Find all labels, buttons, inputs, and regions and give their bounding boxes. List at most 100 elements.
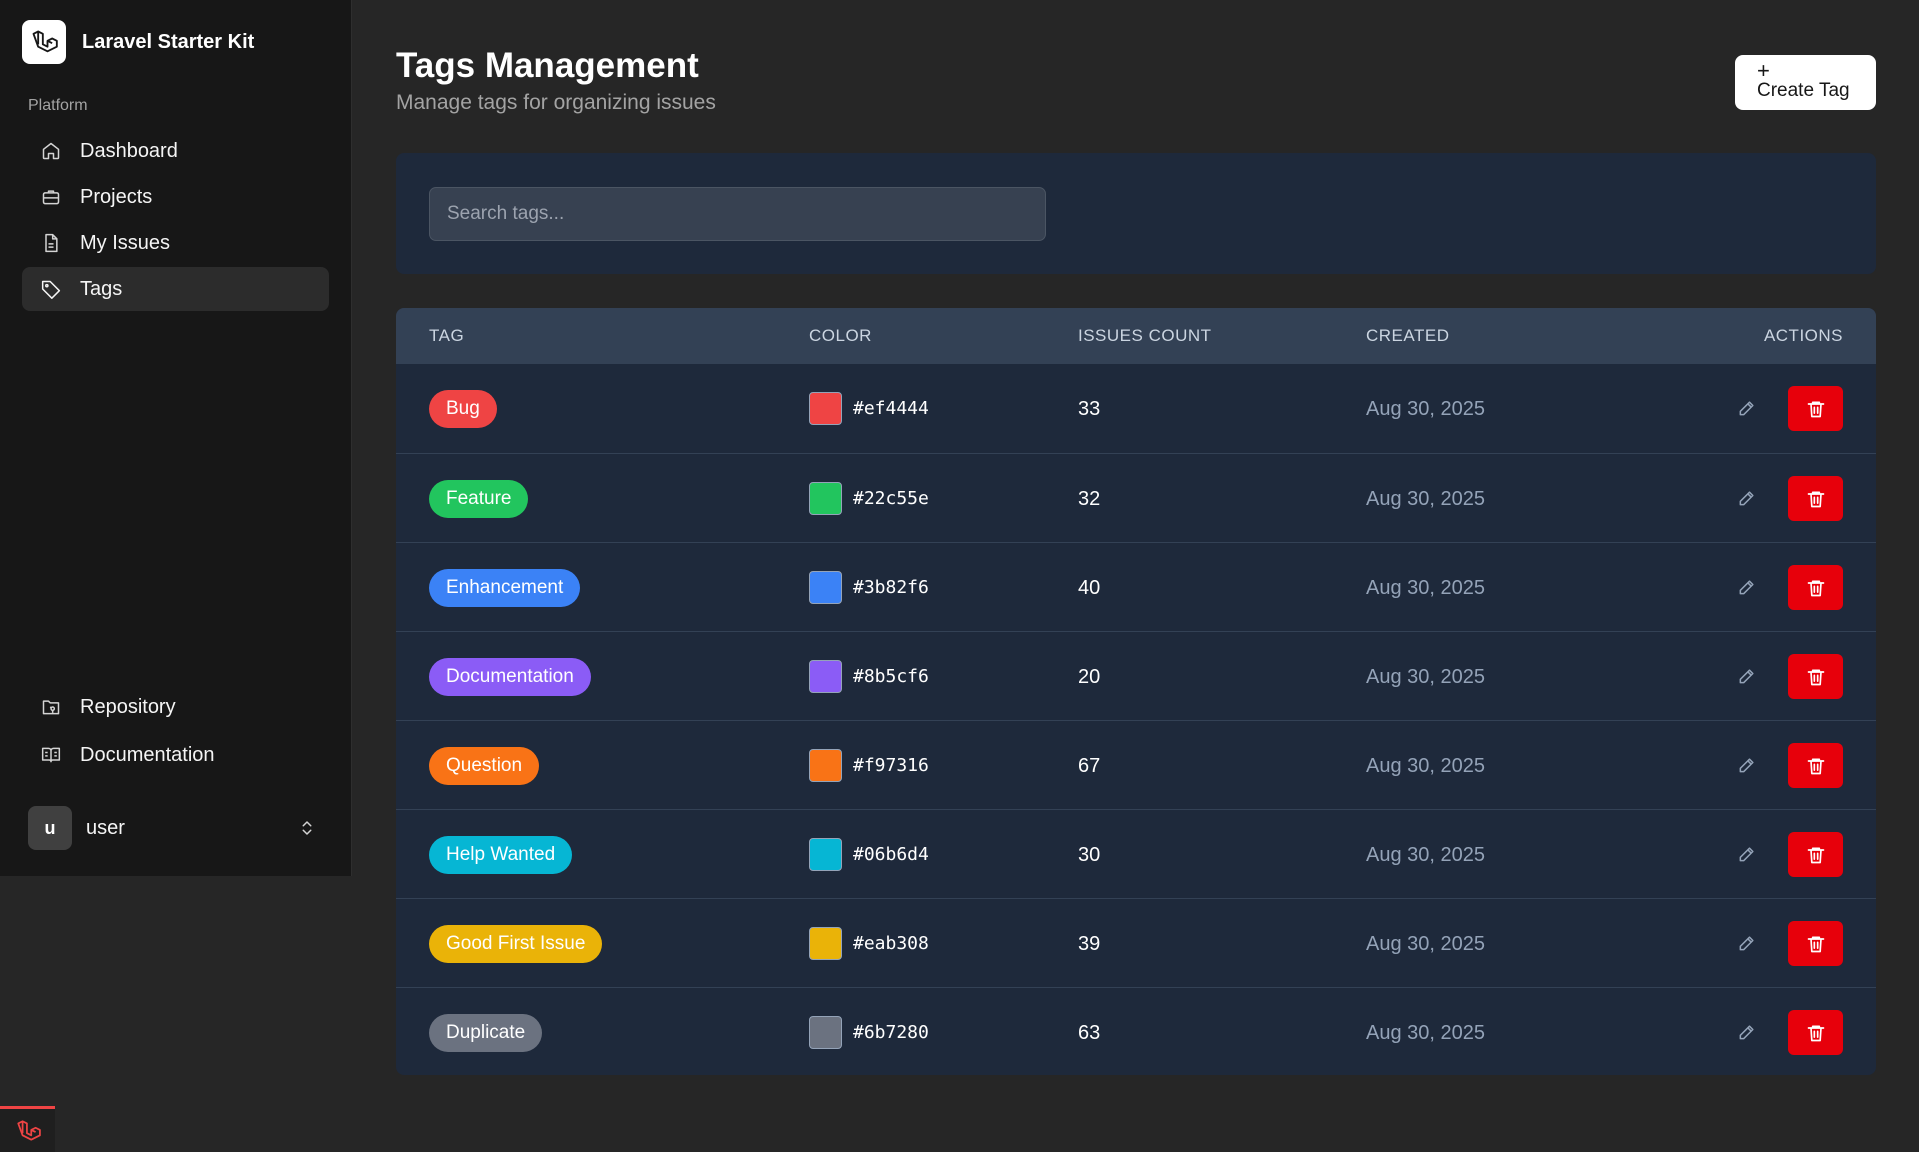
- edit-button[interactable]: [1735, 1020, 1759, 1044]
- color-swatch: [809, 392, 842, 425]
- trash-icon: [1806, 667, 1826, 687]
- trash-icon: [1806, 1023, 1826, 1043]
- plus-icon: +: [1757, 57, 1770, 83]
- sidebar-group-label: Platform: [28, 97, 88, 114]
- color-swatch: [809, 571, 842, 604]
- edit-button[interactable]: [1735, 575, 1759, 599]
- issues-count: 63: [1078, 1022, 1101, 1044]
- search-card: [396, 153, 1876, 274]
- table-row: Bug #ef4444 33 Aug 30, 2025: [396, 364, 1876, 453]
- column-header-issues-count: ISSUES COUNT: [1078, 326, 1212, 345]
- sidebar-item-label: Tags: [80, 277, 123, 300]
- color-swatch: [809, 482, 842, 515]
- color-swatch: [809, 660, 842, 693]
- edit-button[interactable]: [1735, 486, 1759, 510]
- create-tag-button[interactable]: + Create Tag: [1735, 55, 1876, 110]
- user-menu[interactable]: u user: [28, 806, 318, 850]
- tag-pill[interactable]: Feature: [429, 480, 529, 518]
- book-open-icon: [40, 744, 62, 766]
- edit-button[interactable]: [1735, 931, 1759, 955]
- column-header-tag: TAG: [429, 326, 465, 345]
- pencil-icon: [1737, 577, 1757, 597]
- trash-icon: [1806, 845, 1826, 865]
- color-hex: #8b5cf6: [853, 666, 929, 687]
- sidebar-item-dashboard[interactable]: Dashboard: [22, 129, 329, 173]
- sidebar-item-documentation[interactable]: Documentation: [22, 732, 329, 778]
- tag-pill[interactable]: Documentation: [429, 658, 591, 696]
- delete-button[interactable]: [1788, 921, 1843, 966]
- edit-button[interactable]: [1735, 664, 1759, 688]
- sidebar-item-label: My Issues: [80, 231, 171, 254]
- tags-table: TAG COLOR ISSUES COUNT CREATED ACTIONS B…: [396, 308, 1876, 1075]
- table-row: Documentation #8b5cf6 20 Aug 30, 2025: [396, 631, 1876, 720]
- sidebar-item-label: Repository: [80, 695, 176, 718]
- briefcase-icon: [40, 186, 62, 208]
- issues-count: 20: [1078, 666, 1101, 688]
- issues-count: 40: [1078, 577, 1101, 599]
- pencil-icon: [1737, 1022, 1757, 1042]
- app-name: Laravel Starter Kit: [82, 30, 255, 53]
- sidebar-item-label: Dashboard: [80, 139, 178, 162]
- trash-icon: [1806, 578, 1826, 598]
- page-subtitle: Manage tags for organizing issues: [396, 91, 716, 114]
- tag-pill[interactable]: Good First Issue: [429, 925, 603, 963]
- color-hex: #ef4444: [853, 398, 929, 419]
- pencil-icon: [1737, 398, 1757, 418]
- brand[interactable]: Laravel Starter Kit: [22, 20, 254, 64]
- sidebar-item-label: Projects: [80, 185, 153, 208]
- color-swatch: [809, 927, 842, 960]
- edit-button[interactable]: [1735, 396, 1759, 420]
- sidebar: Laravel Starter Kit Platform Dashboard P…: [0, 0, 352, 876]
- issues-count: 33: [1078, 398, 1101, 420]
- color-swatch: [809, 1016, 842, 1049]
- delete-button[interactable]: [1788, 832, 1843, 877]
- created-date: Aug 30, 2025: [1366, 933, 1485, 955]
- folder-git-icon: [40, 696, 62, 718]
- created-date: Aug 30, 2025: [1366, 488, 1485, 510]
- delete-button[interactable]: [1788, 743, 1843, 788]
- chevrons-up-down-icon: [296, 817, 318, 839]
- page-title: Tags Management: [396, 46, 699, 85]
- column-header-actions: ACTIONS: [1763, 326, 1843, 345]
- sidebar-item-tags[interactable]: Tags: [22, 267, 329, 311]
- delete-button[interactable]: [1788, 654, 1843, 699]
- sidebar-nav: Dashboard Projects My Issues Tags: [22, 129, 329, 313]
- home-icon: [40, 140, 62, 162]
- tag-pill[interactable]: Enhancement: [429, 569, 581, 607]
- tag-pill[interactable]: Duplicate: [429, 1014, 543, 1052]
- created-date: Aug 30, 2025: [1366, 1022, 1485, 1044]
- created-date: Aug 30, 2025: [1366, 844, 1485, 866]
- issues-count: 39: [1078, 933, 1101, 955]
- table-row: Good First Issue #eab308 39 Aug 30, 2025: [396, 898, 1876, 987]
- delete-button[interactable]: [1788, 1010, 1843, 1055]
- pencil-icon: [1737, 488, 1757, 508]
- delete-button[interactable]: [1788, 386, 1843, 431]
- column-header-created: CREATED: [1366, 326, 1450, 345]
- sidebar-item-repository[interactable]: Repository: [22, 684, 329, 730]
- tag-icon: [40, 278, 62, 300]
- delete-button[interactable]: [1788, 476, 1843, 521]
- laravel-logo-icon: [22, 20, 66, 64]
- pencil-icon: [1737, 755, 1757, 775]
- issues-count: 32: [1078, 488, 1101, 510]
- sidebar-item-my-issues[interactable]: My Issues: [22, 221, 329, 265]
- column-header-color: COLOR: [809, 326, 872, 345]
- sidebar-footer-nav: Repository Documentation: [22, 684, 329, 780]
- laravel-debug-icon[interactable]: [0, 1106, 55, 1152]
- pencil-icon: [1737, 666, 1757, 686]
- edit-button[interactable]: [1735, 842, 1759, 866]
- delete-button[interactable]: [1788, 565, 1843, 610]
- create-tag-label: Create Tag: [1757, 79, 1850, 101]
- tag-pill[interactable]: Bug: [429, 390, 497, 428]
- sidebar-item-label: Documentation: [80, 743, 215, 766]
- search-input[interactable]: [429, 187, 1046, 241]
- tag-pill[interactable]: Help Wanted: [429, 836, 573, 874]
- created-date: Aug 30, 2025: [1366, 398, 1485, 420]
- sidebar-item-projects[interactable]: Projects: [22, 175, 329, 219]
- pencil-icon: [1737, 844, 1757, 864]
- tag-pill[interactable]: Question: [429, 747, 540, 785]
- user-name: user: [86, 816, 125, 839]
- trash-icon: [1806, 399, 1826, 419]
- issues-count: 67: [1078, 755, 1101, 777]
- edit-button[interactable]: [1735, 753, 1759, 777]
